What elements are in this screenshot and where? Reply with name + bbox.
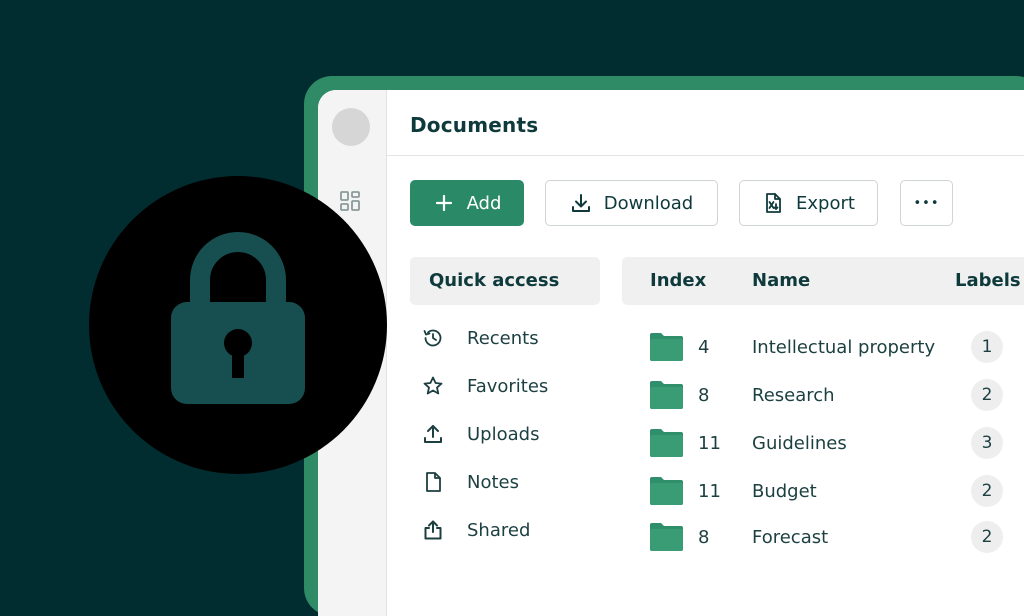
quick-access-item-recents[interactable]: Recents [410,322,600,354]
labels-count-badge: 2 [971,379,1003,411]
plus-icon [435,194,452,212]
folder-icon [650,429,683,457]
export-button-label: Export [796,192,855,214]
quick-access-label: Favorites [467,375,549,397]
row-name: Guidelines [752,433,847,454]
lock-icon [171,232,305,404]
row-index: 8 [698,385,710,406]
app-window-content: Documents Add Download Export ••• Quick … [318,90,1024,616]
star-icon [423,376,443,395]
download-button[interactable]: Download [545,180,718,226]
download-button-label: Download [603,192,694,214]
main-panel: Documents Add Download Export ••• Quick … [387,90,1024,616]
row-index: 11 [698,433,721,454]
folder-icon [650,523,683,551]
row-name: Forecast [752,527,829,548]
column-header-name[interactable]: Name [752,270,810,291]
more-icon: ••• [913,195,940,211]
folder-icon [650,333,683,361]
quick-access-item-notes[interactable]: Notes [410,466,600,498]
quick-access-label: Notes [467,471,519,493]
table-header: Index Name Labels [622,257,1024,305]
quick-access-item-uploads[interactable]: Uploads [410,418,600,450]
table-row[interactable]: 4 Intellectual property 1 [622,328,1024,368]
quick-access-label: Shared [467,519,531,541]
table-row[interactable]: 11 Budget 2 [622,472,1024,512]
more-options-button[interactable]: ••• [900,180,953,226]
folder-icon [650,477,683,505]
upload-icon [424,425,442,443]
add-button[interactable]: Add [410,180,524,226]
download-icon [571,194,590,212]
add-button-label: Add [466,192,502,214]
quick-access-label: Uploads [467,423,540,445]
column-header-index[interactable]: Index [650,270,706,291]
page-title: Documents [410,113,539,137]
quick-access-title: Quick access [429,270,560,291]
labels-count-badge: 3 [971,427,1003,459]
dashboard-icon[interactable] [339,190,361,212]
row-name: Research [752,385,835,406]
labels-count-badge: 2 [971,521,1003,553]
page-header: Documents [387,90,1024,156]
table-row[interactable]: 11 Guidelines 3 [622,424,1024,464]
row-name: Budget [752,481,817,502]
history-icon [423,329,442,347]
avatar[interactable] [332,108,370,146]
quick-access-item-shared[interactable]: Shared [410,514,600,546]
lock-overlay [89,176,387,474]
quick-access-item-favorites[interactable]: Favorites [410,370,600,402]
table-row[interactable]: 8 Forecast 2 [622,518,1024,558]
export-excel-icon [766,193,781,213]
row-name: Intellectual property [752,337,936,358]
labels-count-badge: 2 [971,475,1003,507]
share-icon [424,520,442,540]
file-icon [426,472,441,492]
row-index: 4 [698,337,710,358]
column-header-labels[interactable]: Labels [955,270,1021,291]
row-index: 8 [698,527,710,548]
labels-count-badge: 1 [971,331,1003,363]
table-row[interactable]: 8 Research 2 [622,376,1024,416]
folder-icon [650,381,683,409]
app-window: Documents Add Download Export ••• Quick … [304,76,1024,616]
quick-access-header: Quick access [410,257,600,305]
quick-access-label: Recents [467,327,539,349]
row-index: 11 [698,481,721,502]
export-button[interactable]: Export [739,180,878,226]
